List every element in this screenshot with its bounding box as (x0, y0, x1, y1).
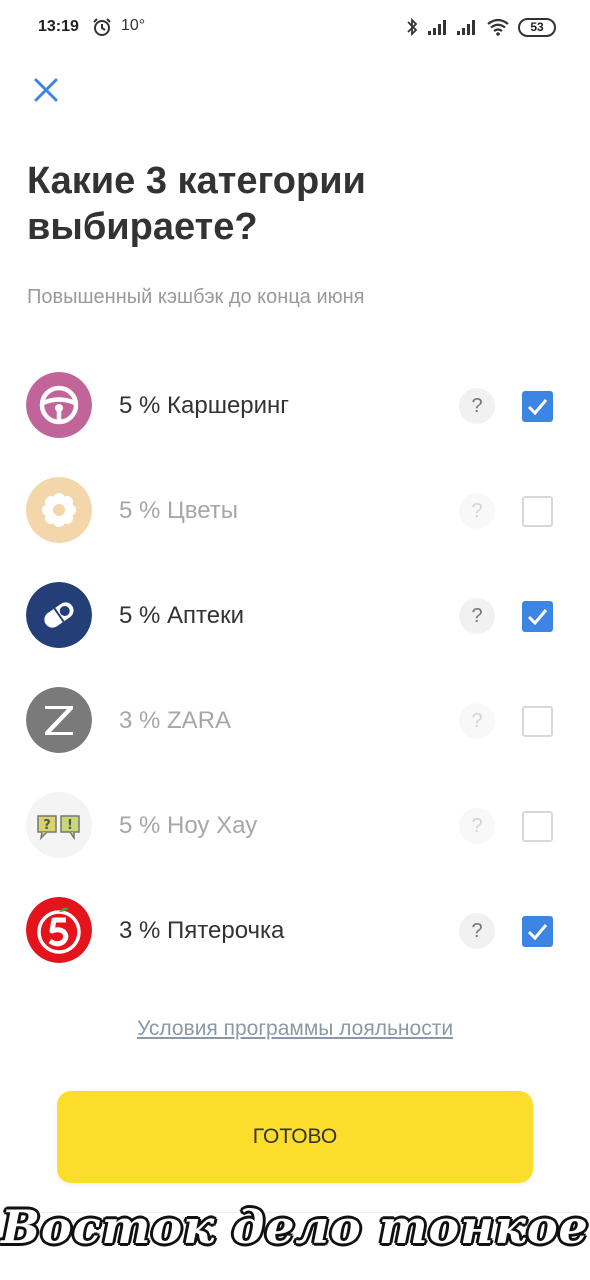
speech-bubbles-icon: ? ! (26, 792, 92, 858)
help-button[interactable]: ? (459, 703, 495, 739)
category-item-pharmacy[interactable]: 5 % Аптеки ? (0, 562, 590, 667)
loyalty-terms-link[interactable]: Условия программы лояльности (0, 1017, 590, 1041)
category-list: 5 % Каршеринг ? 5 % Цветы ? 5 % Аптеки ?… (0, 352, 590, 982)
svg-text:?: ? (43, 818, 51, 833)
help-button[interactable]: ? (459, 913, 495, 949)
flower-icon (26, 477, 92, 543)
category-checkbox[interactable] (522, 811, 553, 842)
status-temperature: 10° (121, 17, 146, 34)
watermark-text: Восток дело тонкое (1, 1200, 589, 1254)
category-item-pyaterochka[interactable]: 3 % Пятерочка ? (0, 877, 590, 982)
status-time: 13:19 (38, 18, 79, 35)
battery-indicator: 53 (518, 18, 556, 37)
help-button[interactable]: ? (459, 388, 495, 424)
category-checkbox[interactable] (522, 916, 553, 947)
zara-z-icon (26, 687, 92, 753)
page-title: Какие 3 категории выбираете? (27, 160, 366, 248)
status-bar: 13:19 10° 53 (0, 0, 590, 56)
category-item-zara[interactable]: 3 % ZARA ? (0, 667, 590, 772)
category-label: 5 % Цветы (119, 497, 239, 524)
svg-text:!: ! (67, 818, 73, 833)
close-button[interactable] (28, 72, 64, 108)
close-icon (34, 78, 58, 102)
pill-icon (26, 582, 92, 648)
help-button[interactable]: ? (459, 808, 495, 844)
category-label: 5 % Ноу Хау (119, 812, 258, 839)
wifi-icon (487, 18, 509, 36)
category-checkbox[interactable] (522, 496, 553, 527)
alarm-icon (93, 18, 111, 36)
category-checkbox[interactable] (522, 601, 553, 632)
category-item-carsharing[interactable]: 5 % Каршеринг ? (0, 352, 590, 457)
checkmark-icon (527, 924, 548, 941)
category-label: 3 % Пятерочка (119, 917, 285, 944)
help-button[interactable]: ? (459, 598, 495, 634)
page-subtitle: Повышенный кэшбэк до конца июня (27, 286, 365, 308)
checkmark-icon (527, 609, 548, 626)
category-item-flowers[interactable]: 5 % Цветы ? (0, 457, 590, 562)
steering-wheel-icon (26, 372, 92, 438)
checkmark-icon (527, 399, 548, 416)
bluetooth-icon (407, 17, 418, 37)
category-label: 5 % Каршеринг (119, 392, 290, 419)
done-button[interactable]: ГОТОВО (57, 1091, 533, 1183)
signal-icon (457, 20, 475, 35)
category-checkbox[interactable] (522, 706, 553, 737)
category-item-knowhow[interactable]: ? ! 5 % Ноу Хау ? (0, 772, 590, 877)
category-label: 3 % ZARA (119, 707, 232, 734)
pyaterochka-logo-icon (26, 897, 92, 963)
category-checkbox[interactable] (522, 391, 553, 422)
category-label: 5 % Аптеки (119, 602, 245, 629)
help-button[interactable]: ? (459, 493, 495, 529)
signal-icon (428, 20, 446, 35)
